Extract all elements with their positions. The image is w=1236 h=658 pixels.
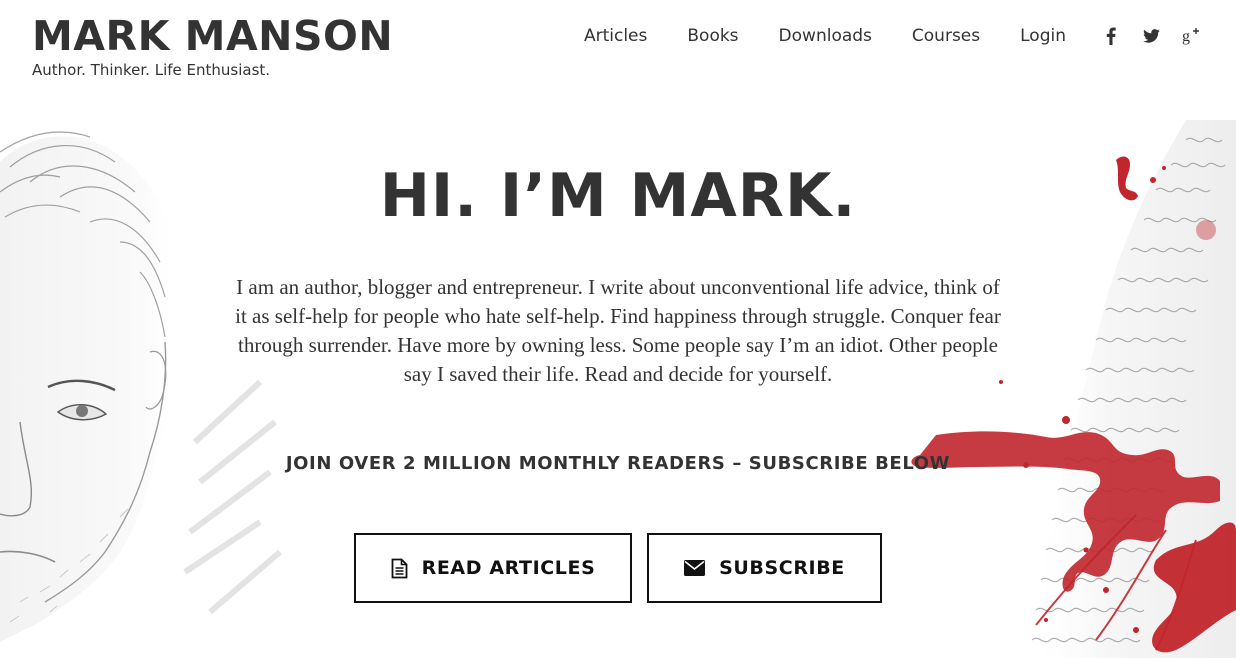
svg-text:g: g xyxy=(1182,28,1190,45)
document-icon xyxy=(391,558,408,579)
hero-section: HI. I’M MARK. I am an author, blogger an… xyxy=(0,100,1236,658)
social-links: g xyxy=(1092,26,1200,46)
nav-item-downloads[interactable]: Downloads xyxy=(779,26,872,46)
main-nav: Articles Books Downloads Courses Login g xyxy=(584,24,1200,48)
google-plus-icon[interactable]: g xyxy=(1182,26,1200,46)
nav-item-books[interactable]: Books xyxy=(687,26,738,46)
site-tagline: Author. Thinker. Life Enthusiast. xyxy=(32,61,271,79)
site-logo[interactable]: MARK MANSON xyxy=(32,14,393,58)
site-header: MARK MANSON Author. Thinker. Life Enthus… xyxy=(0,0,1236,100)
read-articles-label: READ ARTICLES xyxy=(421,557,596,579)
nav-item-courses[interactable]: Courses xyxy=(912,26,980,46)
nav-item-login[interactable]: Login xyxy=(1020,26,1066,46)
subscribe-label: SUBSCRIBE xyxy=(719,557,845,579)
subscribe-button[interactable]: SUBSCRIBE xyxy=(647,533,882,603)
hero-heading: HI. I’M MARK. xyxy=(379,161,857,231)
subscribe-call-to-action: JOIN OVER 2 MILLION MONTHLY READERS – SU… xyxy=(285,453,951,474)
facebook-icon[interactable] xyxy=(1102,26,1120,46)
read-articles-button[interactable]: READ ARTICLES xyxy=(354,533,632,603)
envelope-icon xyxy=(684,560,706,576)
hero-intro-text: I am an author, blogger and entrepreneur… xyxy=(235,275,1001,386)
twitter-icon[interactable] xyxy=(1142,26,1160,46)
nav-item-articles[interactable]: Articles xyxy=(584,26,647,46)
